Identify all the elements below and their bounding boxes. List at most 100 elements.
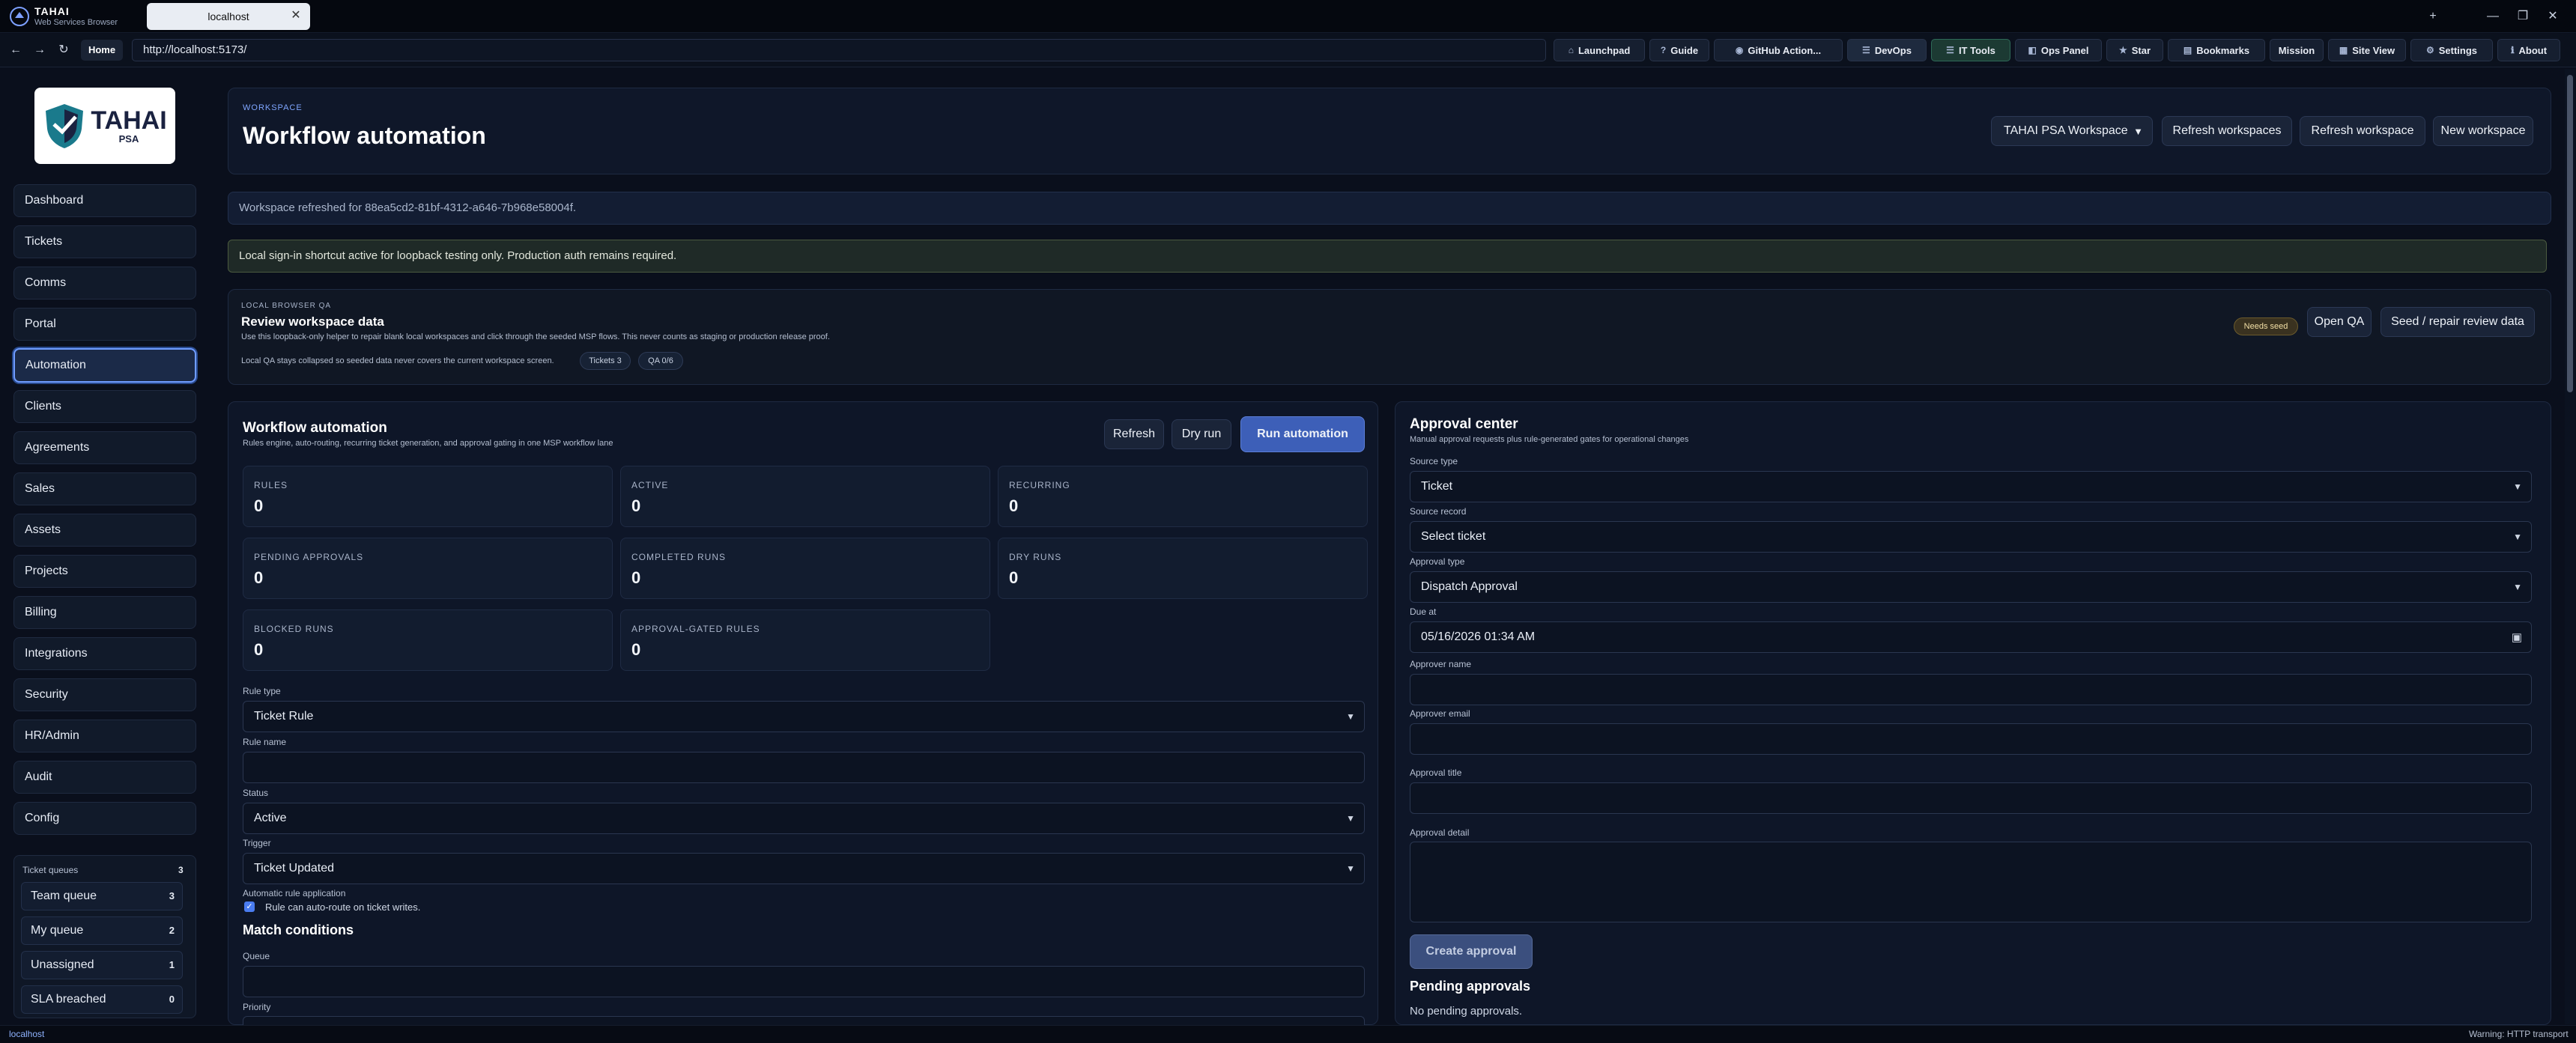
due-at-label: Due at — [1410, 606, 1437, 617]
run-automation-button[interactable]: Run automation — [1240, 416, 1365, 452]
automation-refresh-button[interactable]: Refresh — [1104, 419, 1164, 449]
rule-type-select[interactable]: Ticket Rule ▼ — [243, 701, 1365, 732]
approval-detail-textarea[interactable] — [1410, 842, 2532, 922]
auto-route-checkbox-label: Rule can auto-route on ticket writes. — [265, 901, 421, 913]
sidebar-item-automation[interactable]: Automation — [13, 348, 196, 383]
home-icon: ⌂ — [1568, 45, 1574, 55]
browser-titlebar — [0, 0, 2576, 33]
window-close-icon[interactable]: ✕ — [2542, 6, 2563, 27]
sidebar-item-hr-admin[interactable]: HR/Admin — [13, 720, 196, 752]
reload-icon[interactable]: ↻ — [55, 42, 72, 58]
priority-input[interactable] — [243, 1016, 1365, 1025]
github-icon: ◉ — [1735, 45, 1744, 55]
sidebar-item-projects[interactable]: Projects — [13, 555, 196, 588]
approval-type-select[interactable]: Dispatch Approval ▼ — [1410, 571, 2532, 603]
refresh-workspaces-button[interactable]: Refresh workspaces — [2162, 116, 2292, 146]
bookmark-icon: ▤ — [2183, 45, 2192, 55]
create-approval-button[interactable]: Create approval — [1410, 934, 1533, 969]
toolbar-mission-button[interactable]: Mission — [2270, 39, 2324, 61]
calendar-icon[interactable]: ▣ — [2512, 630, 2522, 644]
sidebar-item-dashboard[interactable]: Dashboard — [13, 184, 196, 217]
sidebar-item-config[interactable]: Config — [13, 802, 196, 835]
toolbar-bookmarks-button[interactable]: ▤ Bookmarks — [2168, 39, 2265, 61]
trigger-select[interactable]: Ticket Updated ▼ — [243, 853, 1365, 884]
new-tab-icon[interactable]: + — [2422, 6, 2443, 27]
browser-brand-name: TAHAI — [34, 5, 70, 17]
toolbar-settings-button[interactable]: ⚙ Settings — [2410, 39, 2493, 61]
status-warning: Warning: HTTP transport — [2469, 1029, 2569, 1039]
sidebar-item-security[interactable]: Security — [13, 678, 196, 711]
toolbar-launchpad-button[interactable]: ⌂ Launchpad — [1554, 39, 1645, 61]
approver-name-input[interactable] — [1410, 674, 2532, 705]
back-arrow-icon[interactable]: ← — [7, 42, 24, 58]
url-bar[interactable]: http://localhost:5173/ — [132, 39, 1546, 61]
sidebar-item-portal[interactable]: Portal — [13, 308, 196, 341]
rule-name-label: Rule name — [243, 737, 287, 747]
sidebar-item-clients[interactable]: Clients — [13, 390, 196, 423]
queue-item-team[interactable]: Team queue 3 — [21, 882, 183, 910]
approver-name-label: Approver name — [1410, 659, 1472, 669]
open-qa-button[interactable]: Open QA — [2307, 307, 2372, 337]
automation-subtitle: Rules engine, auto-routing, recurring ti… — [243, 439, 613, 448]
toolbar-github-actions-button[interactable]: ◉ GitHub Action... — [1714, 39, 1843, 61]
page-scrollbar-thumb[interactable] — [2567, 75, 2573, 392]
chevron-down-icon: ▼ — [1346, 813, 1355, 824]
priority-label: Priority — [243, 1002, 271, 1012]
sidebar-item-billing[interactable]: Billing — [13, 596, 196, 629]
toolbar-site-view-button[interactable]: ▦ Site View — [2328, 39, 2406, 61]
pending-approvals-empty: No pending approvals. — [1410, 1005, 1523, 1018]
ticket-queues-title: Ticket queues — [22, 865, 79, 875]
home-button[interactable]: Home — [81, 40, 123, 61]
due-at-input[interactable]: 05/16/2026 01:34 AM ▣ — [1410, 621, 2532, 653]
source-type-select[interactable]: Ticket ▼ — [1410, 471, 2532, 502]
queue-input[interactable] — [243, 966, 1365, 997]
ticket-queues-count: 3 — [178, 865, 184, 875]
approval-detail-label: Approval detail — [1410, 827, 1470, 838]
approver-email-input[interactable] — [1410, 723, 2532, 755]
sidebar-item-agreements[interactable]: Agreements — [13, 431, 196, 464]
dry-run-button[interactable]: Dry run — [1172, 419, 1231, 449]
queue-item-sla-breached[interactable]: SLA breached 0 — [21, 985, 183, 1014]
approval-center-title: Approval center — [1410, 416, 1518, 432]
toolbar-devops-button[interactable]: ☰ DevOps — [1847, 39, 1927, 61]
menu-icon: ☰ — [1862, 45, 1870, 55]
rule-name-input[interactable] — [243, 752, 1365, 783]
sidebar-item-audit[interactable]: Audit — [13, 761, 196, 794]
toolbar-guide-button[interactable]: ? Guide — [1649, 39, 1709, 61]
menu-icon: ☰ — [1946, 45, 1954, 55]
sidebar-item-integrations[interactable]: Integrations — [13, 637, 196, 670]
queue-item-unassigned[interactable]: Unassigned 1 — [21, 951, 183, 979]
tab-close-icon[interactable]: ✕ — [288, 7, 304, 24]
stat-dry-runs: DRY RUNS 0 — [998, 538, 1368, 599]
qa-description: Use this loopback-only helper to repair … — [241, 332, 830, 341]
sidebar-item-assets[interactable]: Assets — [13, 514, 196, 547]
sidebar-item-comms[interactable]: Comms — [13, 267, 196, 299]
auto-apply-label: Automatic rule application — [243, 888, 346, 898]
help-icon: ? — [1660, 45, 1667, 55]
source-record-select[interactable]: Select ticket ▼ — [1410, 521, 2532, 553]
new-workspace-button[interactable]: New workspace — [2433, 116, 2533, 146]
browser-tab[interactable]: localhost — [147, 3, 310, 30]
sidebar-item-tickets[interactable]: Tickets — [13, 225, 196, 258]
refresh-workspace-button[interactable]: Refresh workspace — [2300, 116, 2425, 146]
auto-route-checkbox[interactable]: ✓ — [244, 901, 255, 912]
sidebar-item-sales[interactable]: Sales — [13, 472, 196, 505]
grid-icon: ▦ — [2339, 45, 2348, 55]
source-type-label: Source type — [1410, 456, 1458, 466]
seed-review-data-button[interactable]: Seed / repair review data — [2380, 307, 2535, 337]
app-logo[interactable]: TAHAI PSA — [34, 88, 175, 164]
gear-icon: ⚙ — [2425, 45, 2434, 55]
forward-arrow-icon[interactable]: → — [31, 42, 48, 58]
approval-title-input[interactable] — [1410, 782, 2532, 814]
toolbar-star-button[interactable]: ★ Star — [2106, 39, 2163, 61]
workspace-select[interactable]: TAHAI PSA Workspace ▼ — [1991, 116, 2153, 146]
minimize-icon[interactable]: — — [2482, 6, 2503, 27]
toolbar-about-button[interactable]: ℹ About — [2497, 39, 2560, 61]
approval-center-subtitle: Manual approval requests plus rule-gener… — [1410, 435, 1689, 444]
toolbar-ops-panel-button[interactable]: ◧ Ops Panel — [2015, 39, 2102, 61]
toolbar-it-tools-button[interactable]: ☰ IT Tools — [1931, 39, 2010, 61]
maximize-icon[interactable]: ❐ — [2512, 6, 2533, 27]
chevron-down-icon: ▼ — [1346, 863, 1355, 874]
status-select[interactable]: Active ▼ — [243, 803, 1365, 834]
queue-item-my[interactable]: My queue 2 — [21, 916, 183, 945]
